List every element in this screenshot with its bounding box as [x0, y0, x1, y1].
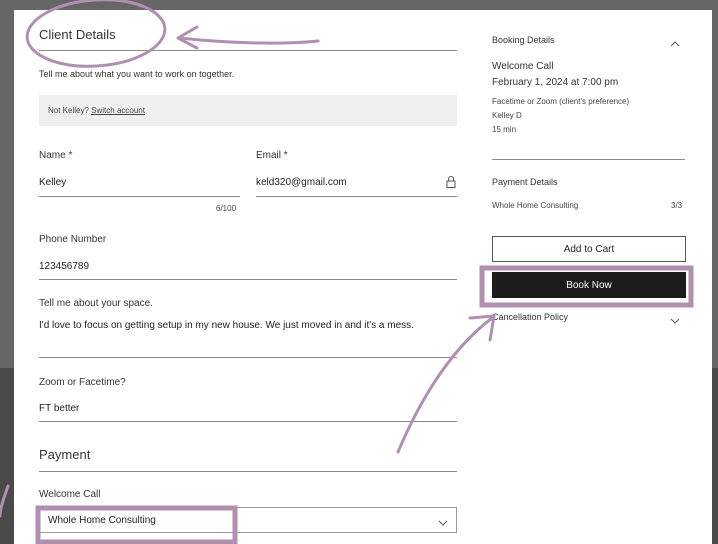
- email-underline: [256, 196, 457, 197]
- zoom-underline: [39, 421, 457, 422]
- booking-staff: Kelley D: [492, 111, 522, 120]
- zoom-field[interactable]: FT better: [39, 403, 79, 414]
- name-field[interactable]: Kelley: [39, 177, 66, 188]
- switch-account-link[interactable]: Switch account: [91, 106, 145, 115]
- chevron-down-icon[interactable]: [669, 313, 681, 331]
- lock-icon: [445, 175, 457, 189]
- phone-field[interactable]: 123456789: [39, 261, 89, 272]
- space-textarea[interactable]: I'd love to focus on getting setup in my…: [39, 320, 414, 331]
- name-label: Name *: [39, 150, 73, 161]
- book-now-button[interactable]: Book Now: [492, 272, 686, 298]
- welcome-call-label: Welcome Call: [39, 489, 101, 500]
- booking-datetime: February 1, 2024 at 7:00 pm: [492, 77, 619, 88]
- chevron-up-icon[interactable]: [669, 36, 681, 54]
- booking-form-panel: Client Details Tell me about what you wa…: [14, 10, 712, 544]
- divider: [39, 471, 457, 472]
- client-details-title: Client Details: [39, 27, 116, 42]
- service-select-value: Whole Home Consulting: [48, 515, 156, 526]
- chevron-down-icon: [438, 515, 448, 533]
- email-field[interactable]: keld320@gmail.com: [256, 177, 347, 188]
- zoom-label: Zoom or Facetime?: [39, 377, 126, 388]
- space-underline: [39, 357, 457, 358]
- account-switch-box: Not Kelley? Switch account: [39, 95, 457, 126]
- phone-underline: [39, 279, 457, 280]
- space-label: Tell me about your space.: [39, 298, 153, 309]
- name-underline: [39, 196, 240, 197]
- booking-duration: 15 min: [492, 125, 517, 134]
- booking-location: Facetime or Zoom (client's preference): [492, 97, 630, 106]
- account-prefix: Not Kelley?: [48, 106, 89, 115]
- email-label: Email *: [256, 150, 288, 161]
- cancellation-policy-toggle[interactable]: Cancellation Policy: [492, 312, 568, 322]
- intro-text: Tell me about what you want to work on t…: [39, 69, 235, 79]
- name-char-counter: 6/100: [216, 204, 237, 213]
- payment-plan-count: 3/3: [671, 201, 683, 210]
- phone-label: Phone Number: [39, 234, 107, 245]
- service-select[interactable]: Whole Home Consulting: [39, 507, 457, 533]
- add-to-cart-button[interactable]: Add to Cart: [492, 236, 686, 262]
- divider: [39, 50, 457, 51]
- booking-service: Welcome Call: [492, 61, 554, 72]
- payment-plan-name: Whole Home Consulting: [492, 201, 579, 210]
- payment-details-title: Payment Details: [492, 177, 558, 187]
- payment-title: Payment: [39, 447, 91, 462]
- booking-details-title: Booking Details: [492, 35, 555, 45]
- divider: [492, 159, 685, 160]
